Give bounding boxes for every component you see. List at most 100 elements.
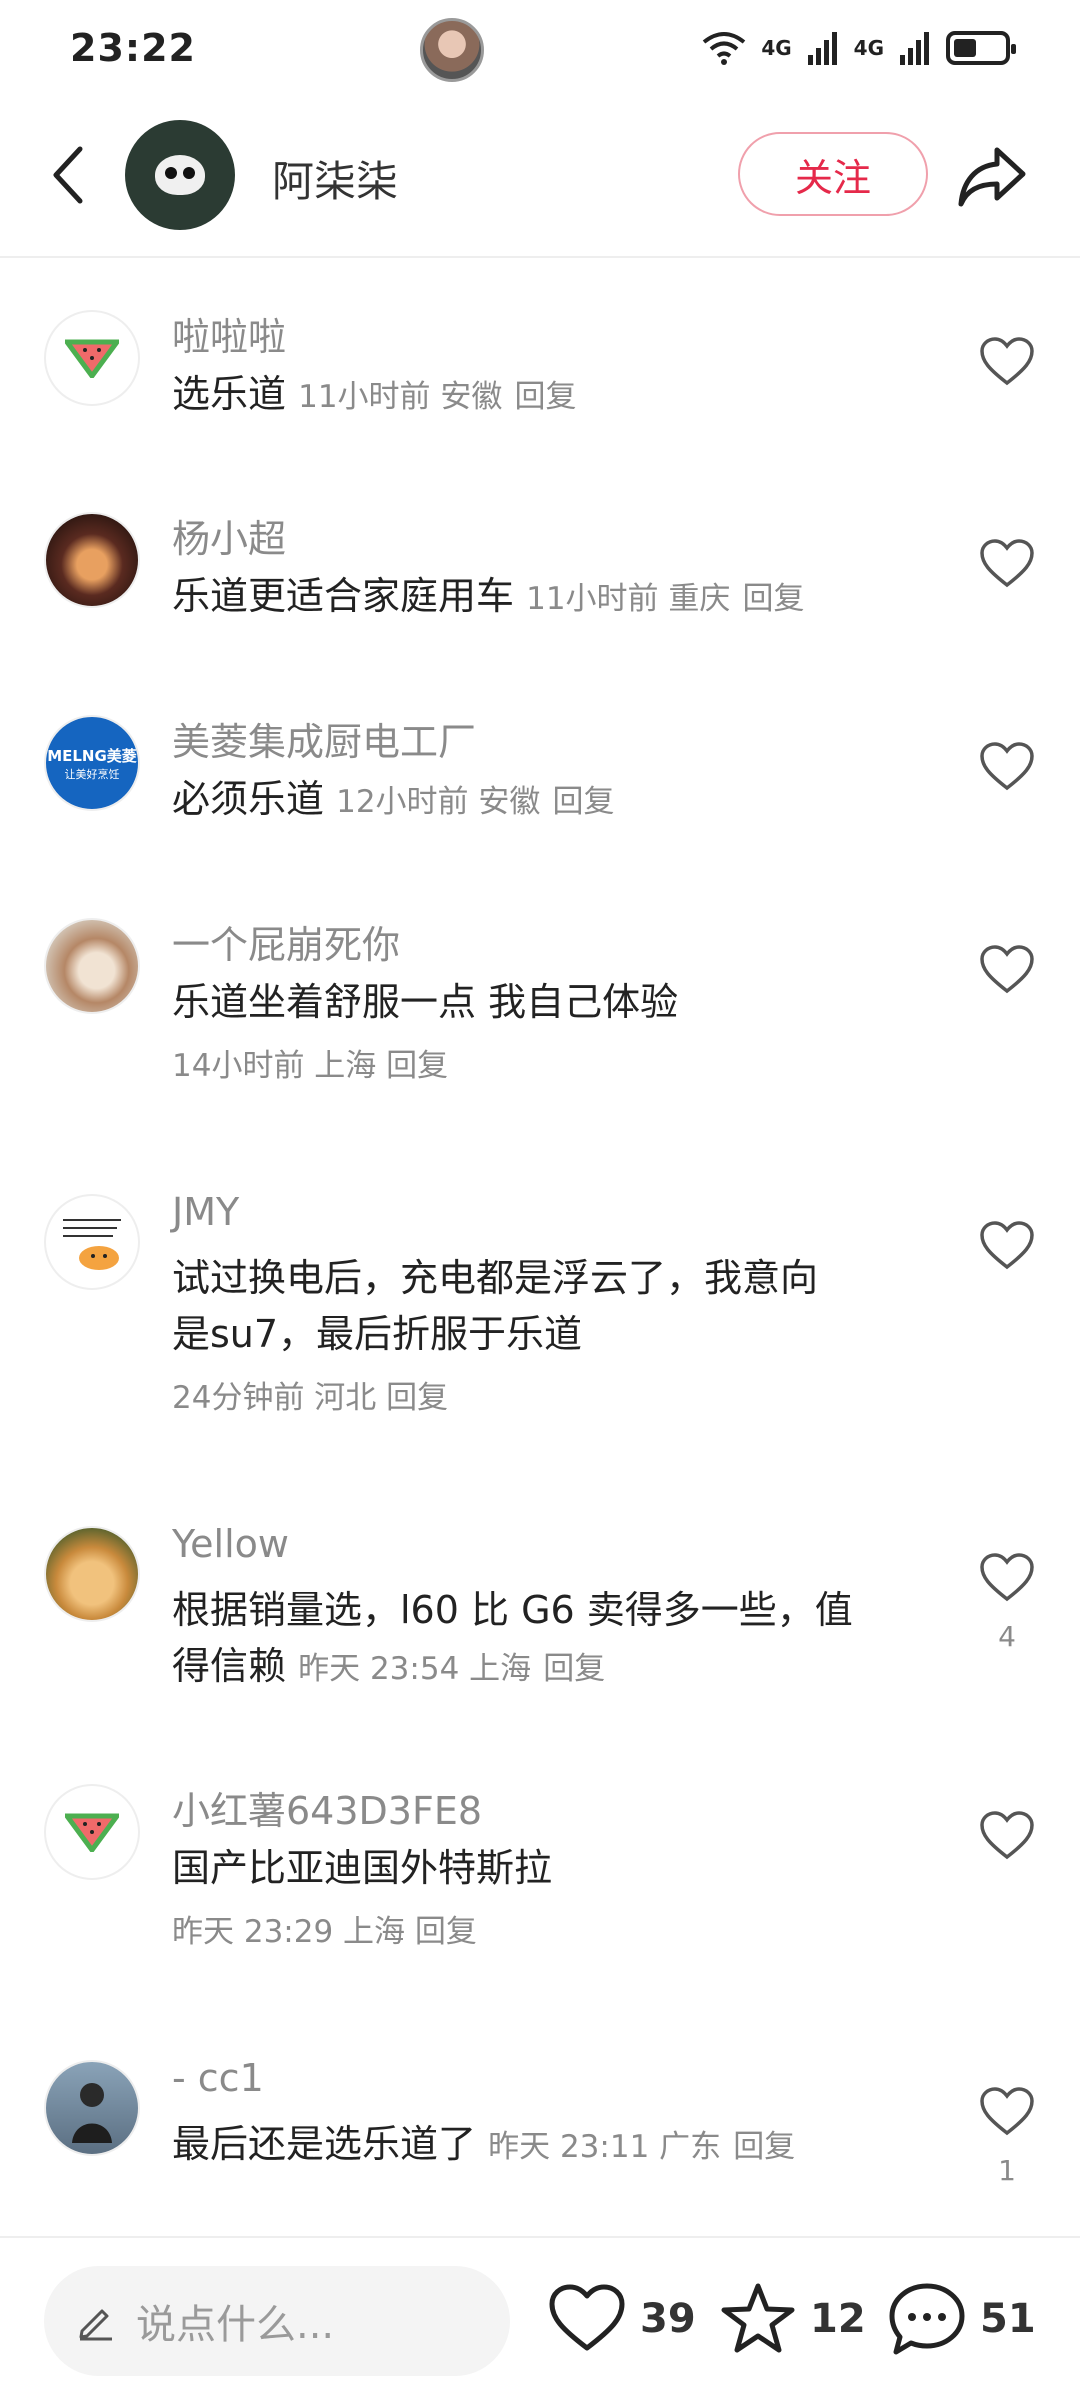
- reply-button[interactable]: 回复: [515, 379, 577, 415]
- like-button[interactable]: [975, 1804, 1039, 1868]
- comment-username[interactable]: - cc1: [172, 2056, 264, 2100]
- like-count: 4: [998, 1620, 1016, 1653]
- comment-text-block: 乐道更适合家庭用车 11小时前 重庆 回复: [172, 568, 932, 627]
- comment-meta: 12小时前 安徽: [336, 784, 541, 820]
- network-type-2: 4G: [853, 36, 884, 60]
- reply-button[interactable]: 回复: [415, 1914, 477, 1950]
- watermelon-icon: [65, 1813, 119, 1852]
- comment-meta: 11小时前 重庆: [526, 581, 731, 617]
- comment-meta-line: 昨天 23:29 上海 回复: [172, 1906, 477, 1951]
- comment-username[interactable]: Yellow: [172, 1522, 289, 1566]
- user-avatar[interactable]: [44, 1526, 140, 1622]
- follow-button[interactable]: 关注: [738, 132, 928, 216]
- like-button[interactable]: [975, 1546, 1039, 1610]
- wifi-icon: [703, 32, 746, 65]
- heart-icon: [980, 945, 1034, 994]
- comment-meta: 11小时前 安徽: [298, 379, 503, 415]
- heart-icon: [549, 2284, 625, 2351]
- back-button[interactable]: [38, 140, 98, 210]
- star-icon: [721, 2283, 795, 2353]
- user-avatar[interactable]: [44, 1194, 140, 1290]
- comment-input[interactable]: 说点什么...: [44, 2266, 510, 2376]
- network-type-1: 4G: [761, 36, 792, 60]
- comment-text-block: 最后还是选乐道了 昨天 23:11 广东 回复: [172, 2116, 932, 2175]
- comment-button[interactable]: 51: [888, 2274, 1036, 2364]
- like-button[interactable]: [975, 532, 1039, 596]
- share-button[interactable]: [955, 140, 1029, 214]
- user-avatar[interactable]: MELNG美菱 让美好烹饪: [44, 715, 140, 811]
- comment-text: 国产比亚迪国外特斯拉: [172, 1846, 553, 1890]
- watermelon-icon: [65, 339, 119, 378]
- comment-text-line-1: 根据销量选，l60 比 G6 卖得多一些，值: [172, 1588, 853, 1632]
- comment-meta: 24分钟前 河北: [172, 1380, 377, 1416]
- reply-button[interactable]: 回复: [553, 784, 615, 820]
- comment-username[interactable]: 一个屁崩死你: [172, 914, 400, 969]
- reply-button[interactable]: 回复: [543, 1651, 605, 1687]
- comment-text-line-2: 是su7，最后折服于乐道: [172, 1312, 583, 1356]
- comment-meta: 昨天 23:29 上海: [172, 1914, 406, 1950]
- comment-text: 必须乐道: [172, 777, 325, 821]
- meling-logo-slogan: 让美好烹饪: [64, 767, 120, 781]
- comment-meta: 昨天 23:54 上海: [298, 1651, 532, 1687]
- reply-button[interactable]: 回复: [386, 1048, 448, 1084]
- comment-meta-line: 14小时前 上海 回复: [172, 1040, 448, 1085]
- comment-meta: 14小时前 上海: [172, 1048, 377, 1084]
- heart-icon: [980, 539, 1034, 588]
- comment-text: 最后还是选乐道了: [172, 2122, 477, 2166]
- share-icon: [958, 147, 1026, 207]
- comment-username[interactable]: 杨小超: [172, 508, 286, 563]
- comment-bubble-icon: [889, 2283, 965, 2355]
- comment-input-placeholder: 说点什么...: [136, 2302, 335, 2348]
- comment-text: 乐道坐着舒服一点 我自己体验: [172, 980, 679, 1024]
- user-avatar[interactable]: [44, 2060, 140, 2156]
- like-button[interactable]: [975, 1214, 1039, 1278]
- comment-text-block: 选乐道 11小时前 安徽 回复: [172, 366, 932, 425]
- heart-icon: [980, 2087, 1034, 2136]
- comment-text: 乐道更适合家庭用车: [172, 574, 515, 618]
- comment-text-block: 根据销量选，l60 比 G6 卖得多一些，值 得信赖 昨天 23:54 上海 回…: [172, 1582, 932, 1697]
- pencil-icon: [79, 2309, 112, 2341]
- heart-icon: [980, 742, 1034, 791]
- signal-icon-1: [807, 32, 837, 65]
- heart-icon: [980, 337, 1034, 386]
- like-count: 1: [998, 2154, 1016, 2187]
- like-count: 39: [640, 2296, 696, 2342]
- comment-text-line-1: 试过换电后，充电都是浮云了，我意向: [172, 1256, 819, 1300]
- reply-button[interactable]: 回复: [733, 2129, 795, 2165]
- comment-username[interactable]: 啦啦啦: [172, 306, 286, 361]
- like-button[interactable]: [975, 2080, 1039, 2144]
- comment-username[interactable]: 小红薯643D3FE8: [172, 1780, 482, 1835]
- cartoon-fox-icon: [63, 1219, 121, 1270]
- star-count: 12: [810, 2296, 866, 2342]
- reply-button[interactable]: 回复: [743, 581, 805, 617]
- comment-username[interactable]: 美菱集成厨电工厂: [172, 711, 476, 766]
- panda-icon: [155, 155, 205, 195]
- collect-button[interactable]: 12: [720, 2274, 866, 2364]
- floating-avatar[interactable]: [420, 18, 484, 82]
- author-name[interactable]: 阿柒柒: [272, 148, 398, 209]
- user-avatar[interactable]: [44, 918, 140, 1014]
- user-avatar[interactable]: [44, 1784, 140, 1880]
- comment-text-line-2: 得信赖: [172, 1644, 287, 1688]
- author-avatar[interactable]: [125, 120, 235, 230]
- bottom-action-bar: 说点什么... 39 12 51: [0, 2236, 1080, 2400]
- comment-text-block: 试过换电后，充电都是浮云了，我意向 是su7，最后折服于乐道: [172, 1250, 932, 1362]
- like-post-button[interactable]: 39: [548, 2274, 696, 2364]
- user-avatar[interactable]: [44, 512, 140, 608]
- heart-icon: [980, 1553, 1034, 1602]
- reply-button[interactable]: 回复: [386, 1380, 448, 1416]
- signal-icon-2: [900, 32, 929, 65]
- post-header: 阿柒柒 关注: [0, 100, 1080, 258]
- status-bar: 23:22 4G 4G: [0, 0, 1080, 100]
- comment-text: 选乐道: [172, 372, 287, 416]
- comment-username[interactable]: JMY: [172, 1190, 239, 1234]
- comment-meta-line: 24分钟前 河北 回复: [172, 1372, 448, 1417]
- comment-meta: 昨天 23:11 广东: [488, 2129, 722, 2165]
- user-avatar[interactable]: [44, 310, 140, 406]
- like-button[interactable]: [975, 330, 1039, 394]
- like-button[interactable]: [975, 938, 1039, 1002]
- like-button[interactable]: [975, 735, 1039, 799]
- status-icons: 4G 4G: [701, 30, 1016, 66]
- heart-icon: [980, 1811, 1034, 1860]
- heart-icon: [980, 1221, 1034, 1270]
